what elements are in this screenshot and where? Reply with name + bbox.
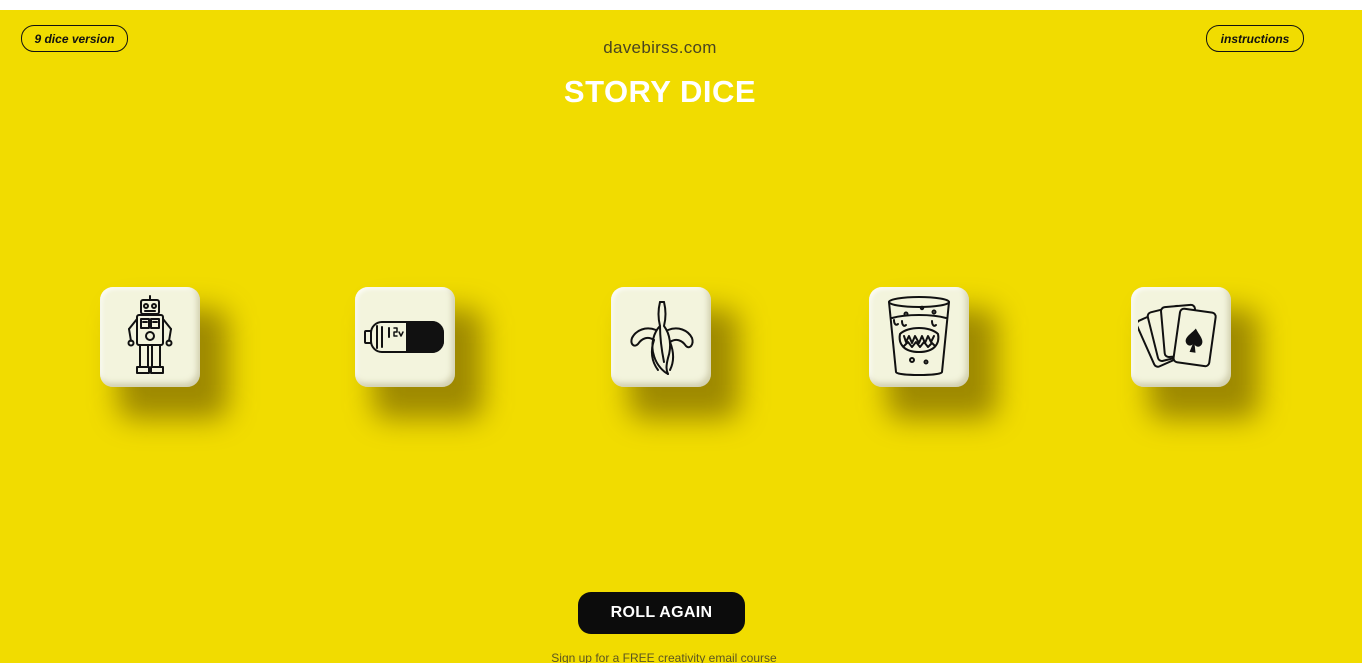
- die-4: [869, 287, 997, 419]
- teeth-in-glass-icon: [888, 296, 950, 376]
- playing-cards-icon: [1138, 303, 1217, 368]
- die-face[interactable]: [355, 287, 455, 387]
- die-face[interactable]: [100, 287, 200, 387]
- die-3: [611, 287, 739, 419]
- die-2: [355, 287, 483, 419]
- die-face[interactable]: [869, 287, 969, 387]
- story-dice-page: 9 dice version instructions davebirss.co…: [0, 10, 1362, 663]
- banana-icon: [630, 301, 694, 375]
- die-face[interactable]: [611, 287, 711, 387]
- die-1: [100, 287, 228, 419]
- page-title: STORY DICE: [563, 74, 757, 109]
- battery-icon: [364, 321, 444, 353]
- robot-icon: [127, 295, 173, 374]
- roll-again-button[interactable]: ROLL AGAIN: [578, 592, 745, 634]
- die-face[interactable]: [1131, 287, 1231, 387]
- site-name: davebirss.com: [603, 38, 717, 57]
- signup-link[interactable]: Sign up for a FREE creativity email cour…: [0, 651, 1328, 663]
- die-5: [1131, 287, 1259, 419]
